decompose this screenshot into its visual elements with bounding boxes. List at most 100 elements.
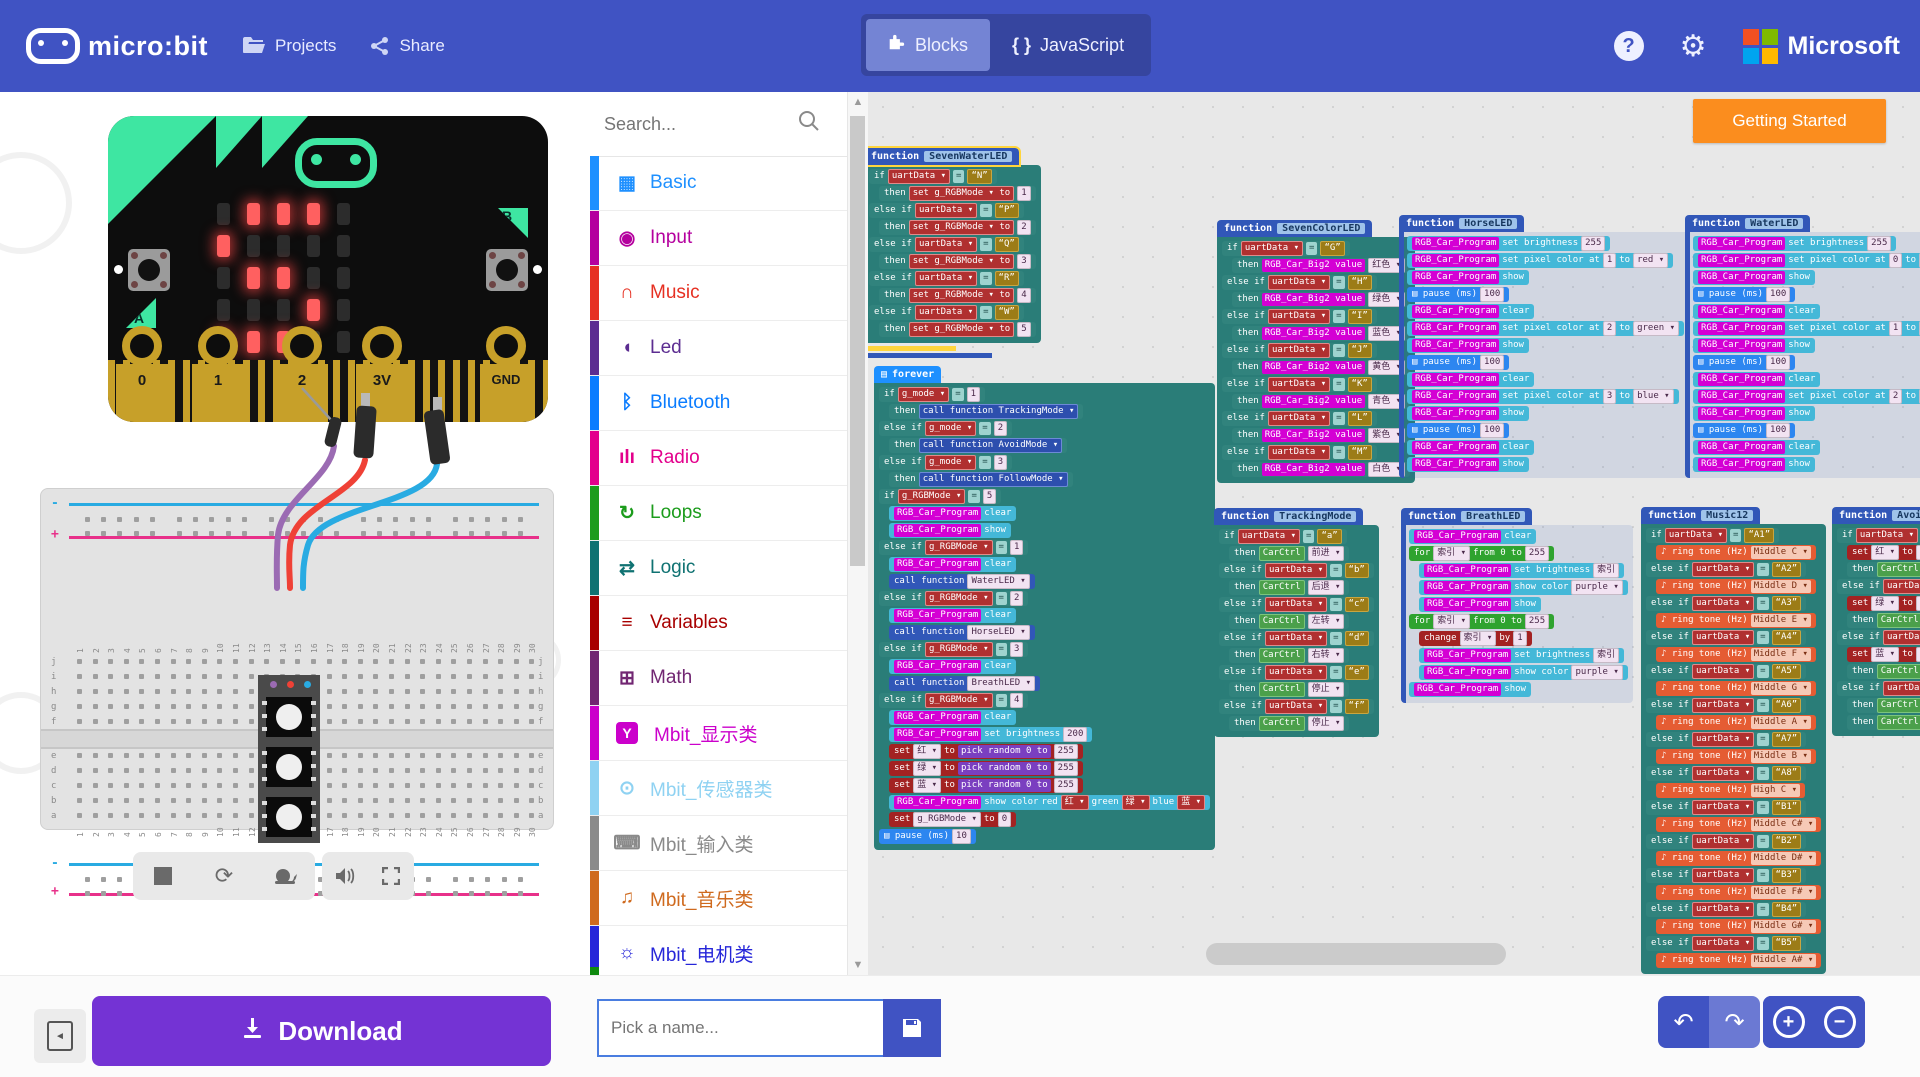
tab-javascript[interactable]: { } JavaScript (990, 19, 1146, 71)
block-stack-SevenColorLED[interactable]: function SevenColorLED if uartData ▾ = “G” the… (1217, 218, 1416, 483)
block-header[interactable]: function SevenColorLED (1217, 220, 1373, 237)
block-row[interactable]: RGB_Car_Program show (1407, 457, 1529, 472)
block-header[interactable]: function HorseLED (1399, 215, 1525, 232)
pin-2[interactable]: 2 (276, 326, 328, 422)
block-row[interactable]: RGB_Car_Programset pixel color at0tored … (1693, 253, 1920, 268)
block-row[interactable]: else if uartData ▾ = “W” (869, 305, 1024, 320)
block-row[interactable]: ▤ pause (ms) 100 (1693, 355, 1796, 370)
toolbox-category-Loops[interactable]: ↻ Loops (590, 486, 848, 541)
block-row[interactable]: RGB_Car_Program clear (1407, 440, 1535, 455)
pin-0[interactable]: 0 (116, 326, 168, 422)
toolbox-category-Basic[interactable]: ▦ Basic (590, 156, 848, 211)
led-on[interactable] (246, 331, 260, 353)
block-row[interactable]: change 索引 ▾ by 1 (1419, 631, 1532, 646)
zoom-in-button[interactable]: + (1763, 996, 1814, 1048)
block-row[interactable]: then RGB_Car_Big2 value 红色 ▾ (1232, 258, 1411, 273)
led-on[interactable] (306, 203, 320, 225)
led-off[interactable] (336, 299, 350, 321)
block-row[interactable]: ♪ ring tone (Hz) Middle G ▾ (1656, 681, 1816, 696)
block-row[interactable]: RGB_Car_Program set brightness 索引 (1419, 563, 1625, 578)
led-off[interactable] (336, 267, 350, 289)
block-row[interactable]: RGB_Car_Program show color red 红 ▾ green 绿 ▾ b… (889, 795, 1211, 810)
board-logo-icon[interactable] (295, 138, 377, 188)
block-row[interactable]: ♪ ring tone (Hz) Middle A# ▾ (1656, 953, 1822, 968)
toolbox-category-Mbit_电机类[interactable]: ☼ Mbit_电机类 (590, 926, 848, 981)
block-row[interactable]: else if uartData ▾ = “A3” (1646, 596, 1807, 611)
toolbox-category-Math[interactable]: ⊞ Math (590, 651, 848, 706)
block-row[interactable]: else if uartData ▾ = “P” (869, 203, 1024, 218)
block-row[interactable]: ♪ ring tone (Hz) Middle D ▾ (1656, 579, 1816, 594)
block-row[interactable]: else if uartData ▾ = “R” (869, 271, 1024, 286)
share-button[interactable]: Share (370, 36, 445, 56)
block-row[interactable]: set 蓝 ▾ to pick random 0 to 255 (889, 778, 1083, 793)
workspace-hscrollbar[interactable] (1206, 943, 1506, 965)
block-row[interactable]: RGB_Car_Program clear (1409, 529, 1537, 544)
block-row[interactable]: call function BreathLED ▾ (889, 676, 1041, 691)
block-row[interactable]: RGB_Car_Program set brightness 200 (889, 727, 1093, 742)
led-strip-module[interactable] (258, 675, 320, 843)
led-off[interactable] (246, 299, 260, 321)
block-row[interactable]: else if uartData ▾ = “b” (1219, 563, 1374, 578)
scroll-up-icon[interactable]: ▲ (848, 96, 868, 108)
led-off[interactable] (216, 299, 230, 321)
block-stack-forever[interactable]: ▤ forever if g_mode ▾ = 1 then call function Tr… (874, 364, 1216, 850)
block-row[interactable]: then RGB_Car_Big2 value 黄色 ▾ (1232, 360, 1411, 375)
led-off[interactable] (306, 267, 320, 289)
download-button[interactable]: Download (92, 996, 551, 1066)
block-row[interactable]: if uartData ▾ = “G” (1222, 241, 1350, 256)
block-row[interactable]: else if uartData ▾ = “L” (1222, 411, 1377, 426)
led-on[interactable] (276, 267, 290, 289)
block-row[interactable]: else if uartData ▾ = “B3” (1646, 868, 1807, 883)
led-off[interactable] (246, 235, 260, 257)
block-row[interactable]: ♪ ring tone (Hz) Middle A ▾ (1656, 715, 1816, 730)
block-row[interactable]: else if uartData ▾ = “K” (1222, 377, 1377, 392)
help-icon[interactable]: ? (1613, 31, 1644, 61)
block-row[interactable]: thenCarCtrl停止 ▾ (1229, 682, 1350, 697)
block-row[interactable]: thenCarCtrl停止 ▾ (1229, 716, 1350, 731)
block-row[interactable]: for 索引 ▾ from 0 to 255 (1409, 614, 1555, 629)
block-row[interactable]: else if uartData ▾ = “A2” (1646, 562, 1807, 577)
block-row[interactable]: ♪ ring tone (Hz) High C ▾ (1656, 783, 1806, 798)
block-row[interactable]: RGB_Car_Programset pixel color at1togree… (1693, 321, 1920, 336)
toolbox-scrollbar[interactable]: ▲ ▼ (847, 92, 868, 975)
block-row[interactable]: for 索引 ▾ from 0 to 255 (1409, 546, 1555, 561)
block-header[interactable]: function Music12 (1641, 507, 1761, 524)
pin-GND[interactable]: GND (480, 326, 532, 422)
block-row[interactable]: ▤ pause (ms) 100 (1693, 423, 1796, 438)
block-row[interactable]: then RGB_Car_Big2 value 紫色 ▾ (1232, 428, 1411, 443)
redo-button[interactable]: ↷ (1709, 996, 1760, 1048)
block-row[interactable]: RGB_Car_Program clear (889, 608, 1017, 623)
block-header[interactable]: functionAvoidMode (1832, 507, 1920, 524)
block-row[interactable]: else if uartData ▾ = “A7” (1646, 732, 1807, 747)
toolbox-category-Mbit_输入类[interactable]: ⌨ Mbit_输入类 (590, 816, 848, 871)
block-row[interactable]: ♪ ring tone (Hz) Middle C ▾ (1656, 545, 1816, 560)
block-row[interactable]: RGB_Car_Program show (1407, 270, 1529, 285)
block-stack-WaterLED[interactable]: function WaterLED RGB_Car_Program set brigh… (1685, 213, 1920, 478)
stop-button[interactable] (143, 867, 183, 885)
restart-button[interactable]: ⟳ (204, 863, 244, 889)
block-row[interactable]: else if uartData ▾ = “A6” (1646, 698, 1807, 713)
led-on[interactable] (246, 267, 260, 289)
toolbox-category-Mbit_显示类[interactable]: Y Mbit_显示类 (590, 706, 848, 761)
block-row[interactable]: RGB_Car_Program clear (889, 710, 1017, 725)
block-row[interactable]: if g_RGBMode ▾ = 5 (879, 489, 1002, 504)
block-row[interactable]: if uartData ▾ = “A1” (1646, 528, 1780, 543)
block-header[interactable]: function BreathLED (1401, 508, 1533, 525)
led-on[interactable] (306, 299, 320, 321)
block-row[interactable]: else if uartData ▾ = “Q” (869, 237, 1024, 252)
block-row[interactable]: else if uartData ▾ = “J” (1222, 343, 1377, 358)
block-row[interactable]: set 绿 ▾ to pick random 0 to 255 (889, 761, 1083, 776)
scrollbar-thumb[interactable] (850, 116, 865, 566)
block-row[interactable]: else if uartData ▾ = “M” (1222, 445, 1377, 460)
slowmo-button[interactable] (265, 867, 305, 885)
block-stack-Music12[interactable]: function Music12 if uartData ▾ = “A1” ♪ ring t… (1641, 505, 1827, 974)
block-row[interactable]: else if uartData ▾ = “H” (1222, 275, 1377, 290)
button-b[interactable] (486, 249, 528, 291)
block-row[interactable]: thenCarCtrl右转 ▾ (1229, 648, 1350, 663)
block-row[interactable]: thenCarCtrl左转 ▾ (1229, 614, 1350, 629)
block-row[interactable]: thenCarCtrl右转 ▾ (1847, 664, 1920, 679)
block-header[interactable]: function TrackingMode (1214, 508, 1364, 525)
block-row[interactable]: else if uartData ▾ = “c” (1219, 597, 1374, 612)
microsoft-brand[interactable]: Microsoft (1742, 28, 1900, 64)
block-stack-SevenWaterLED[interactable]: function SevenWaterLED if uartData ▾ = “N” the… (868, 146, 1041, 358)
